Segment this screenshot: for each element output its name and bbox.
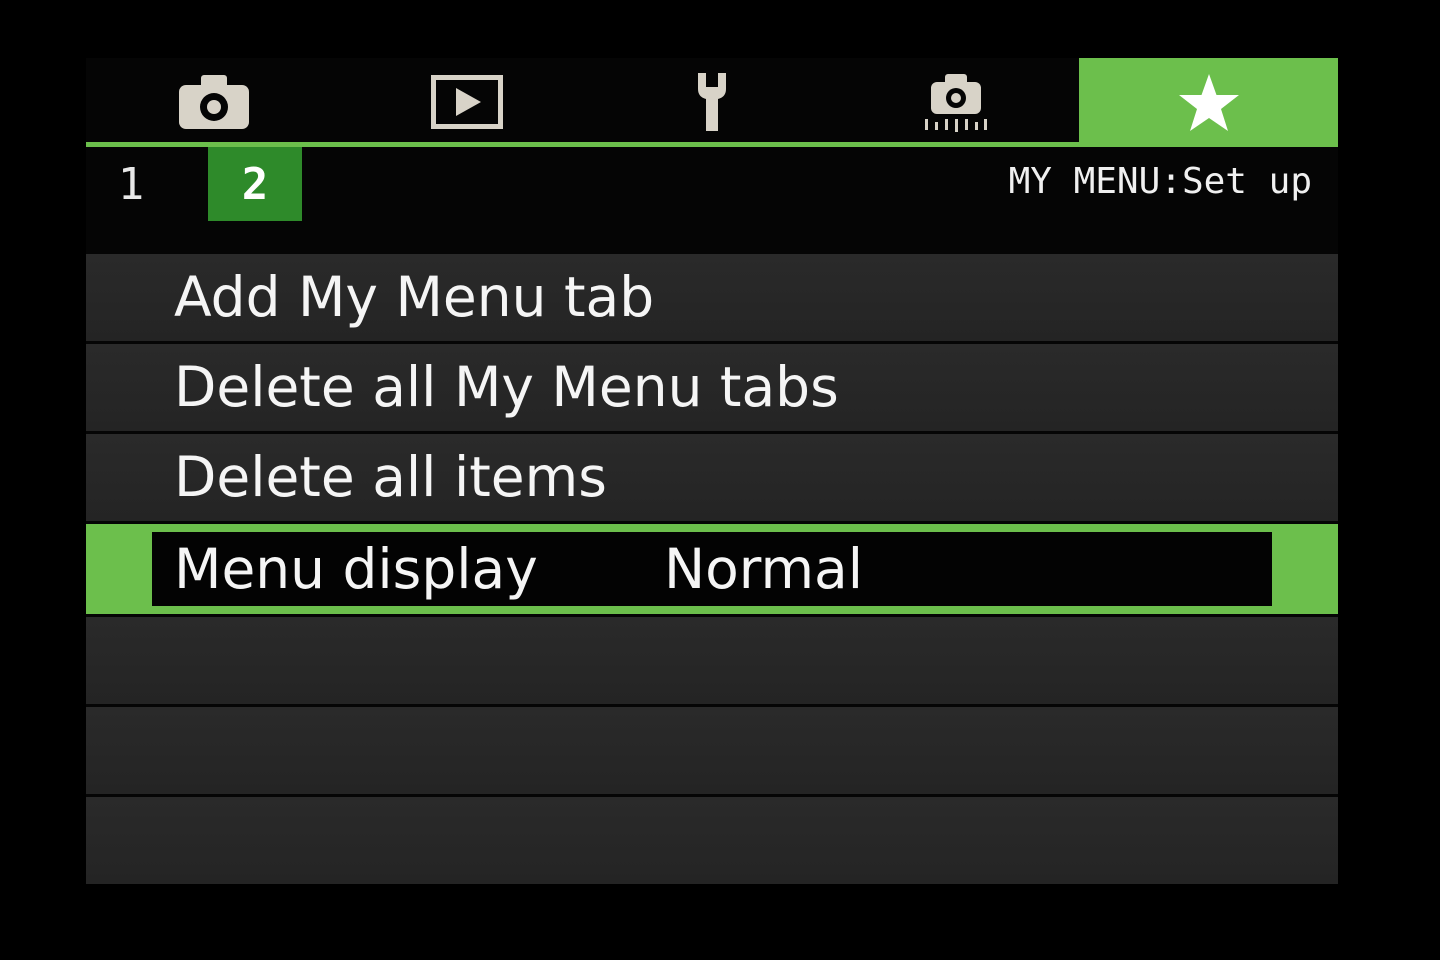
tab-setup[interactable] <box>590 58 834 146</box>
menu-item-label: Delete all items <box>174 445 607 509</box>
menu-title: MY MENU:Set up <box>1008 161 1312 202</box>
menu-list: Add My Menu tab Delete all My Menu tabs … <box>86 254 1338 887</box>
play-icon <box>431 75 503 129</box>
wrench-icon <box>698 73 726 131</box>
menu-item-add-my-menu-tab[interactable]: Add My Menu tab <box>86 254 1338 341</box>
menu-item-delete-all-items[interactable]: Delete all items <box>86 434 1338 521</box>
menu-item-empty <box>86 617 1338 704</box>
menu-item-label: Add My Menu tab <box>174 265 655 329</box>
menu-item-delete-all-my-menu-tabs[interactable]: Delete all My Menu tabs <box>86 344 1338 431</box>
tab-custom-functions[interactable] <box>834 58 1078 146</box>
main-tab-bar <box>86 58 1338 148</box>
menu-item-label: Delete all My Menu tabs <box>174 355 839 419</box>
subtab-1[interactable]: 1 <box>106 147 156 221</box>
camera-menu-screen: 1 2 MY MENU:Set up Add My Menu tab Delet… <box>86 58 1338 884</box>
subtab-2-active[interactable]: 2 <box>208 147 302 221</box>
star-icon <box>1178 74 1239 131</box>
menu-item-value: Normal <box>664 537 863 601</box>
custom-functions-icon <box>925 74 987 132</box>
tab-shooting[interactable] <box>92 58 336 146</box>
tab-my-menu[interactable] <box>1079 58 1338 148</box>
menu-item-empty <box>86 797 1338 884</box>
menu-item-empty <box>86 707 1338 794</box>
tab-playback[interactable] <box>345 58 589 146</box>
menu-item-label: Menu display <box>174 537 538 601</box>
menu-item-menu-display[interactable]: Menu display Normal <box>86 524 1338 614</box>
camera-icon <box>179 75 249 129</box>
sub-tab-bar: 1 2 MY MENU:Set up <box>86 147 1338 252</box>
